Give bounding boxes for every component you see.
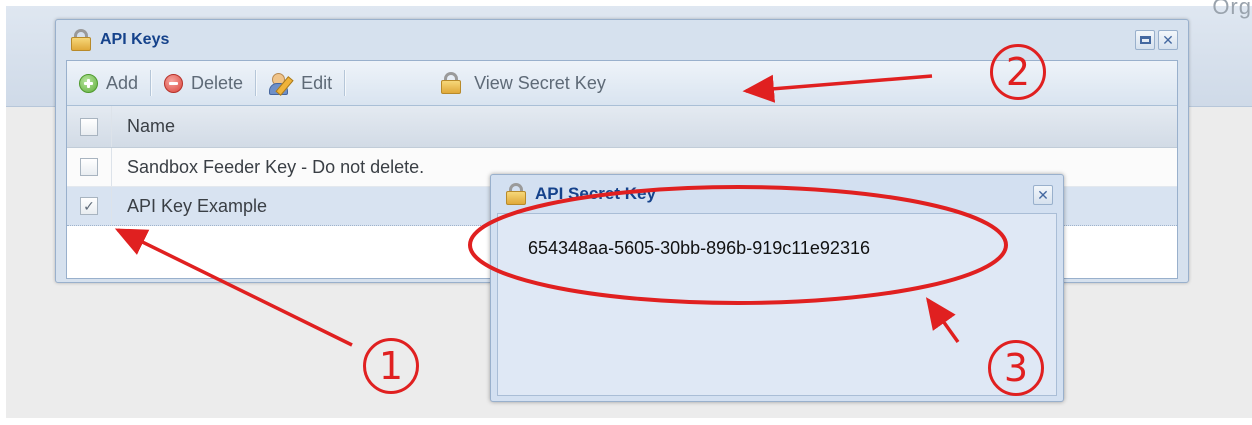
view-secret-key-button[interactable]: View Secret Key xyxy=(440,61,606,105)
key-name: API Key Example xyxy=(127,195,268,216)
lock-icon xyxy=(70,29,92,51)
checkmark-icon: ✓ xyxy=(83,197,95,214)
edit-user-icon xyxy=(269,72,294,96)
add-icon xyxy=(79,73,98,93)
maximize-icon xyxy=(1139,36,1151,44)
secret-key-value[interactable]: 654348aa-5605-30bb-896b-919c11e92316 xyxy=(528,238,870,259)
close-icon: ✕ xyxy=(1037,186,1049,203)
lock-icon xyxy=(505,183,527,205)
toolbar-separator xyxy=(255,70,258,96)
row-checkbox-cell xyxy=(67,148,112,186)
select-all-cell xyxy=(67,106,112,147)
annotation-marker-3: 3 xyxy=(988,340,1044,396)
delete-button[interactable]: Delete xyxy=(164,61,243,105)
annotation-marker-1: 1 xyxy=(363,338,419,394)
select-all-checkbox[interactable] xyxy=(80,117,98,136)
key-name: Sandbox Feeder Key - Do not delete. xyxy=(127,156,425,177)
grid-header: Name xyxy=(67,106,1177,148)
annotation-marker-2: 2 xyxy=(990,44,1046,100)
add-label: Add xyxy=(106,72,139,93)
row-checkbox-checked[interactable]: ✓ xyxy=(80,197,98,215)
add-button[interactable]: Add xyxy=(79,61,138,105)
name-column-header[interactable]: Name xyxy=(112,116,175,137)
edit-button[interactable]: Edit xyxy=(269,61,332,105)
window-tools: ✕ xyxy=(1135,30,1178,50)
toolbar-separator xyxy=(150,70,153,96)
window-title: API Keys xyxy=(100,31,170,48)
view-secret-key-label: View Secret Key xyxy=(474,72,606,93)
dialog-title: API Secret Key xyxy=(535,184,656,203)
row-checkbox[interactable] xyxy=(80,158,98,176)
close-icon: ✕ xyxy=(1162,31,1174,48)
close-button[interactable]: ✕ xyxy=(1158,30,1178,50)
delete-icon xyxy=(164,73,184,93)
lock-icon xyxy=(440,72,462,94)
dialog-close-button[interactable]: ✕ xyxy=(1033,185,1053,205)
row-checkbox-cell: ✓ xyxy=(67,187,112,225)
delete-label: Delete xyxy=(191,72,244,93)
api-secret-key-dialog: API Secret Key ✕ 654348aa-5605-30bb-896b… xyxy=(490,174,1064,402)
toolbar-separator xyxy=(344,70,347,96)
dialog-body: 654348aa-5605-30bb-896b-919c11e92316 xyxy=(497,213,1057,396)
edit-label: Edit xyxy=(301,72,333,93)
org-label: Org xyxy=(1212,0,1252,19)
dialog-title-bar[interactable]: API Secret Key ✕ xyxy=(491,175,1063,213)
maximize-button[interactable] xyxy=(1135,30,1155,50)
